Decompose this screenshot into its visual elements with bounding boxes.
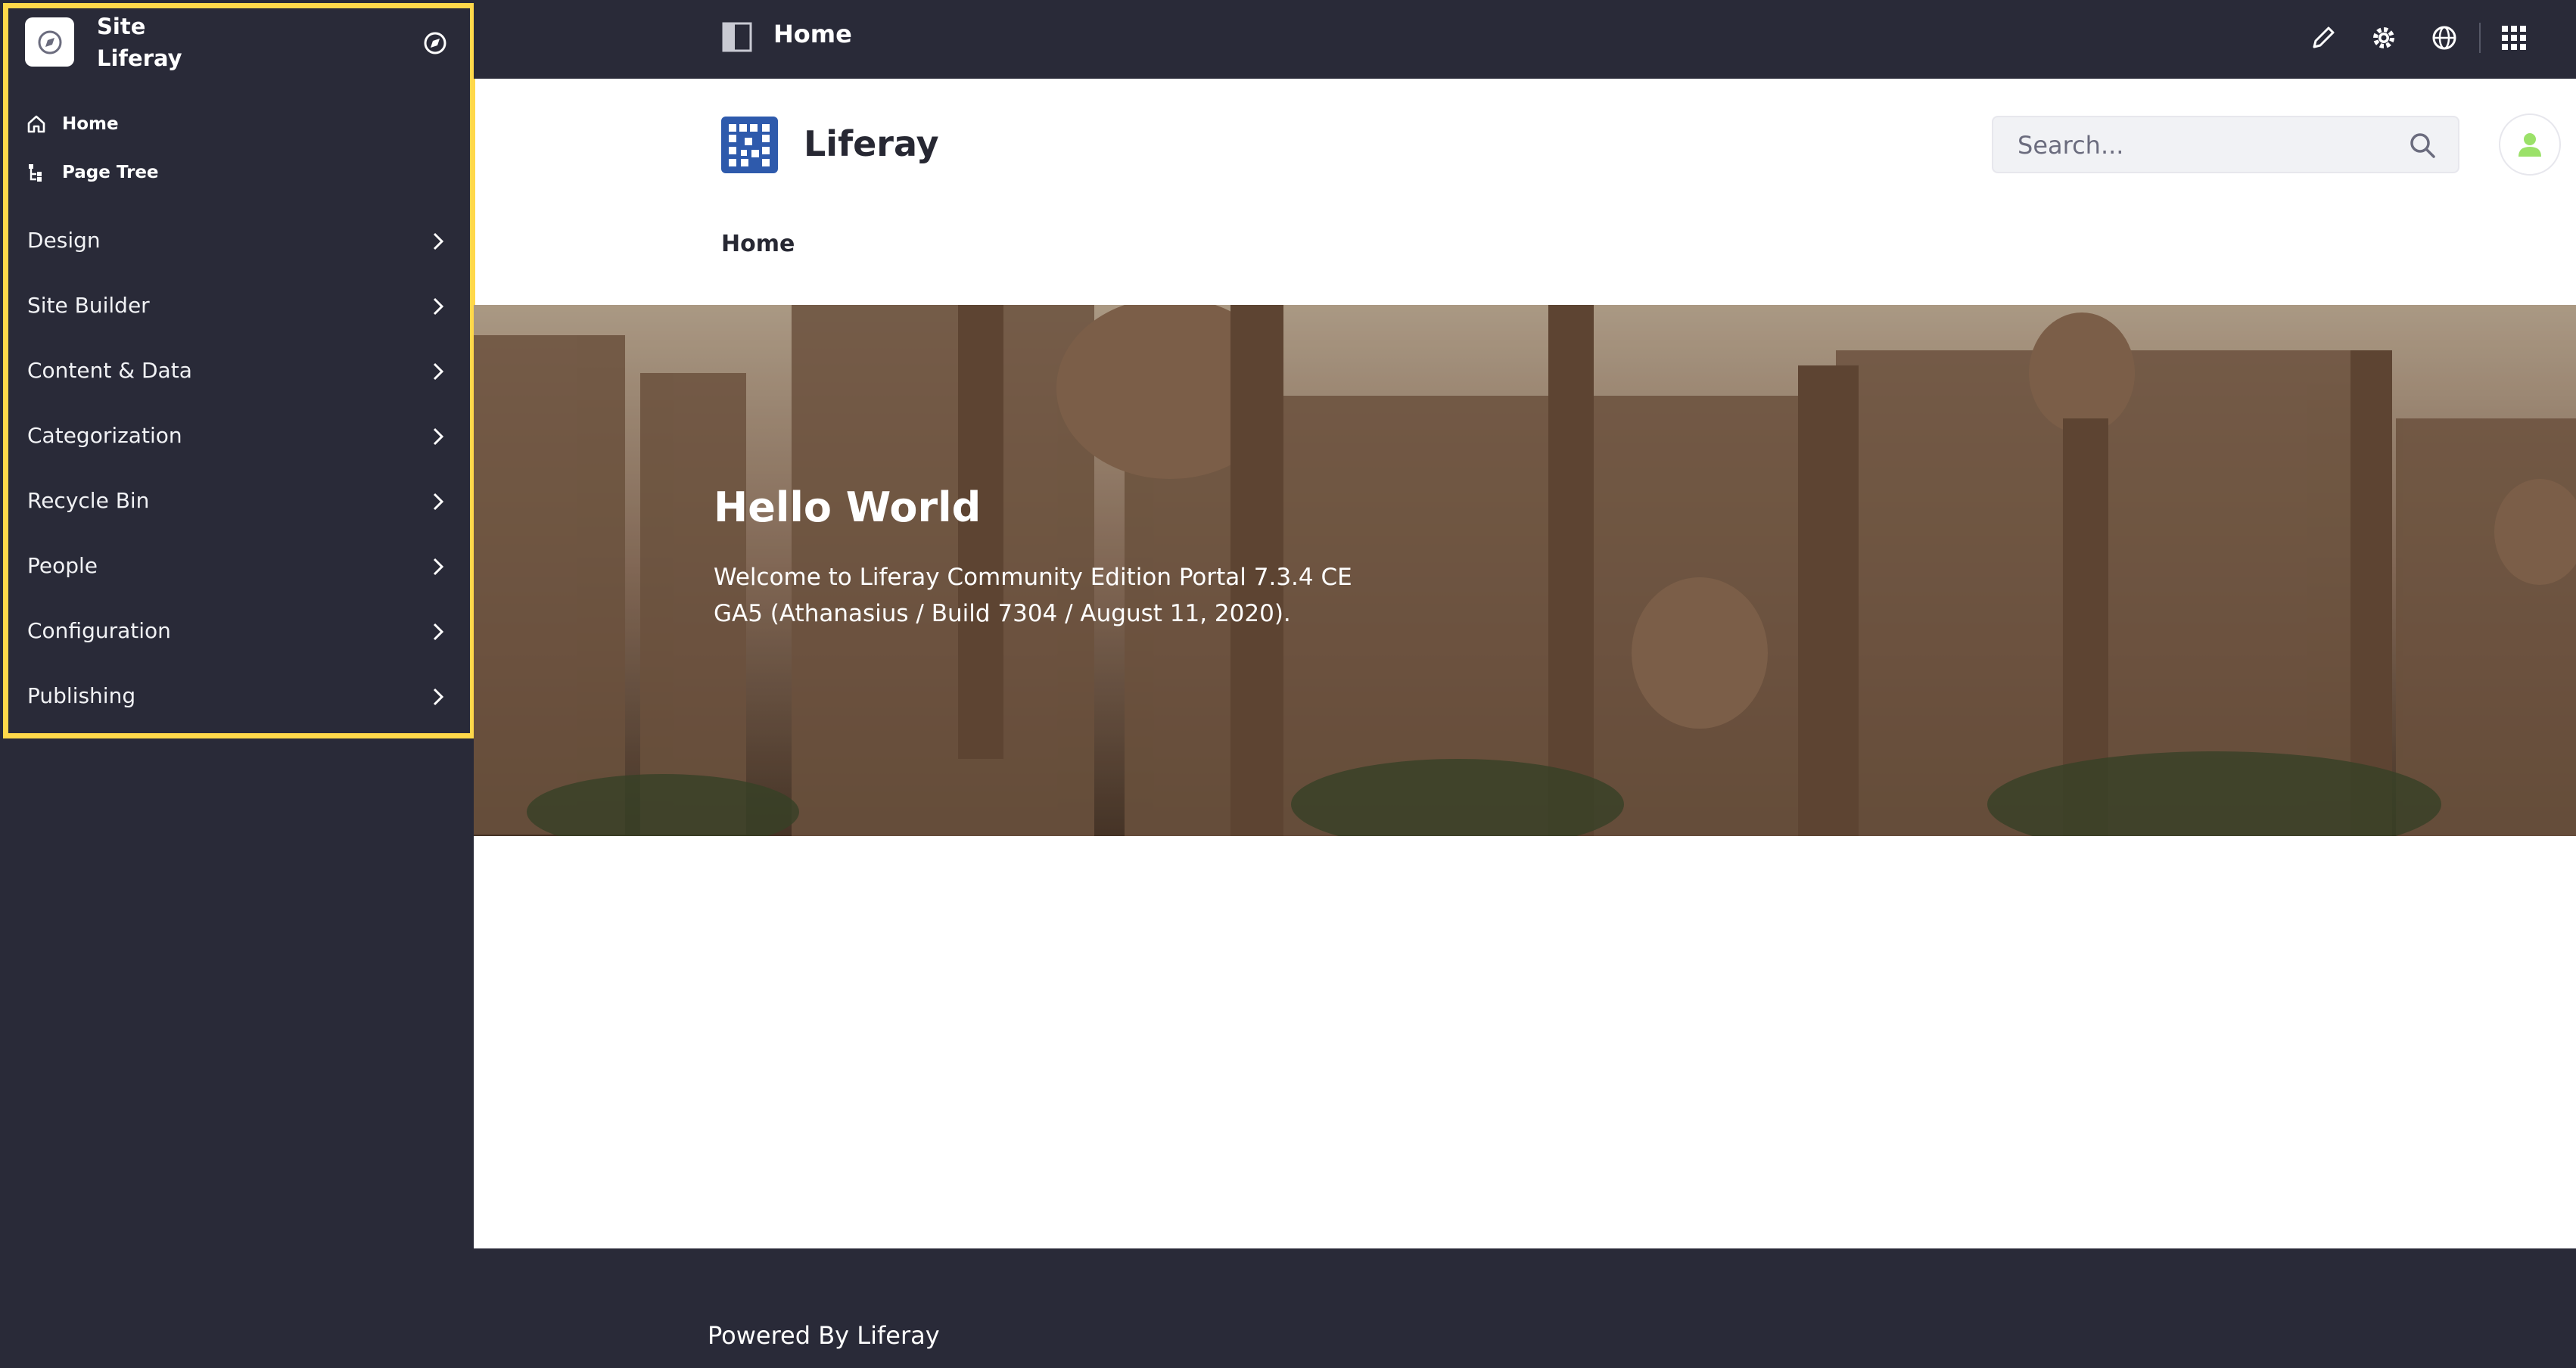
home-icon <box>27 115 45 133</box>
banner-text: Welcome to Liferay Community Edition Por… <box>714 564 1352 627</box>
sidebar-link-label: Page Tree <box>62 163 159 182</box>
chevron-right-icon <box>433 558 444 576</box>
page-footer: Powered By Liferay <box>474 1248 2576 1368</box>
banner-title: Hello World <box>714 483 982 531</box>
chevron-right-icon <box>433 362 444 381</box>
search-bar <box>1992 116 2459 173</box>
apps-grid-icon[interactable] <box>2499 23 2529 53</box>
sidebar-item-content-data[interactable]: Content & Data <box>0 340 465 405</box>
sidebar-item-label: People <box>27 553 98 578</box>
control-menu: Home <box>474 0 2576 79</box>
sidebar-item-label: Site Builder <box>27 293 150 318</box>
user-icon <box>2518 133 2541 157</box>
sidebar-item-label: Configuration <box>27 618 171 643</box>
chevron-right-icon <box>433 428 444 446</box>
site-name-heading[interactable]: Liferay <box>804 123 939 164</box>
toolbar-divider <box>2479 23 2481 53</box>
chevron-right-icon <box>433 297 444 316</box>
sidebar-link-home[interactable]: Home <box>26 113 119 135</box>
liferay-logo-icon[interactable] <box>721 117 778 173</box>
site-label: Site <box>97 14 146 39</box>
panel-toggle-icon[interactable] <box>722 22 752 52</box>
sidebar-item-label: Recycle Bin <box>27 488 150 513</box>
pencil-icon[interactable] <box>2308 23 2338 53</box>
chevron-right-icon <box>433 493 444 511</box>
page-tree-icon <box>29 164 42 182</box>
search-input[interactable] <box>2016 117 2382 173</box>
powered-by-text: Powered By Liferay <box>708 1321 940 1350</box>
page-title: Home <box>773 20 852 48</box>
chevron-right-icon <box>433 623 444 641</box>
sidebar-item-categorization[interactable]: Categorization <box>0 405 465 470</box>
user-avatar[interactable] <box>2499 113 2561 176</box>
compass-icon[interactable] <box>422 30 448 56</box>
site-name: Liferay <box>97 45 182 71</box>
sidebar-item-configuration[interactable]: Configuration <box>0 600 465 665</box>
site-logo-icon[interactable] <box>25 17 74 67</box>
search-icon[interactable] <box>2408 131 2437 160</box>
sidebar-item-site-builder[interactable]: Site Builder <box>0 275 465 340</box>
chevron-right-icon <box>433 688 444 706</box>
sidebar-item-label: Publishing <box>27 683 136 708</box>
sidebar-link-page-tree[interactable]: Page Tree <box>26 162 159 183</box>
nav-link-home[interactable]: Home <box>721 231 795 257</box>
chevron-right-icon <box>433 232 444 250</box>
simulation-icon[interactable] <box>2429 23 2459 53</box>
product-menu-sidebar: Site Liferay Home Page Tree Design Site … <box>0 0 475 1368</box>
sidebar-item-label: Content & Data <box>27 358 192 383</box>
sidebar-item-publishing[interactable]: Publishing <box>0 665 465 730</box>
sidebar-item-label: Categorization <box>27 423 182 448</box>
gear-icon[interactable] <box>2369 23 2399 53</box>
sidebar-item-design[interactable]: Design <box>0 210 465 275</box>
site-title: Site Liferay <box>97 11 182 74</box>
sidebar-item-people[interactable]: People <box>0 535 465 600</box>
sidebar-item-label: Design <box>27 228 101 253</box>
sidebar-item-recycle-bin[interactable]: Recycle Bin <box>0 470 465 535</box>
hero-banner: Hello World Welcome to Liferay Community… <box>474 305 2576 836</box>
sidebar-link-label: Home <box>62 114 119 134</box>
